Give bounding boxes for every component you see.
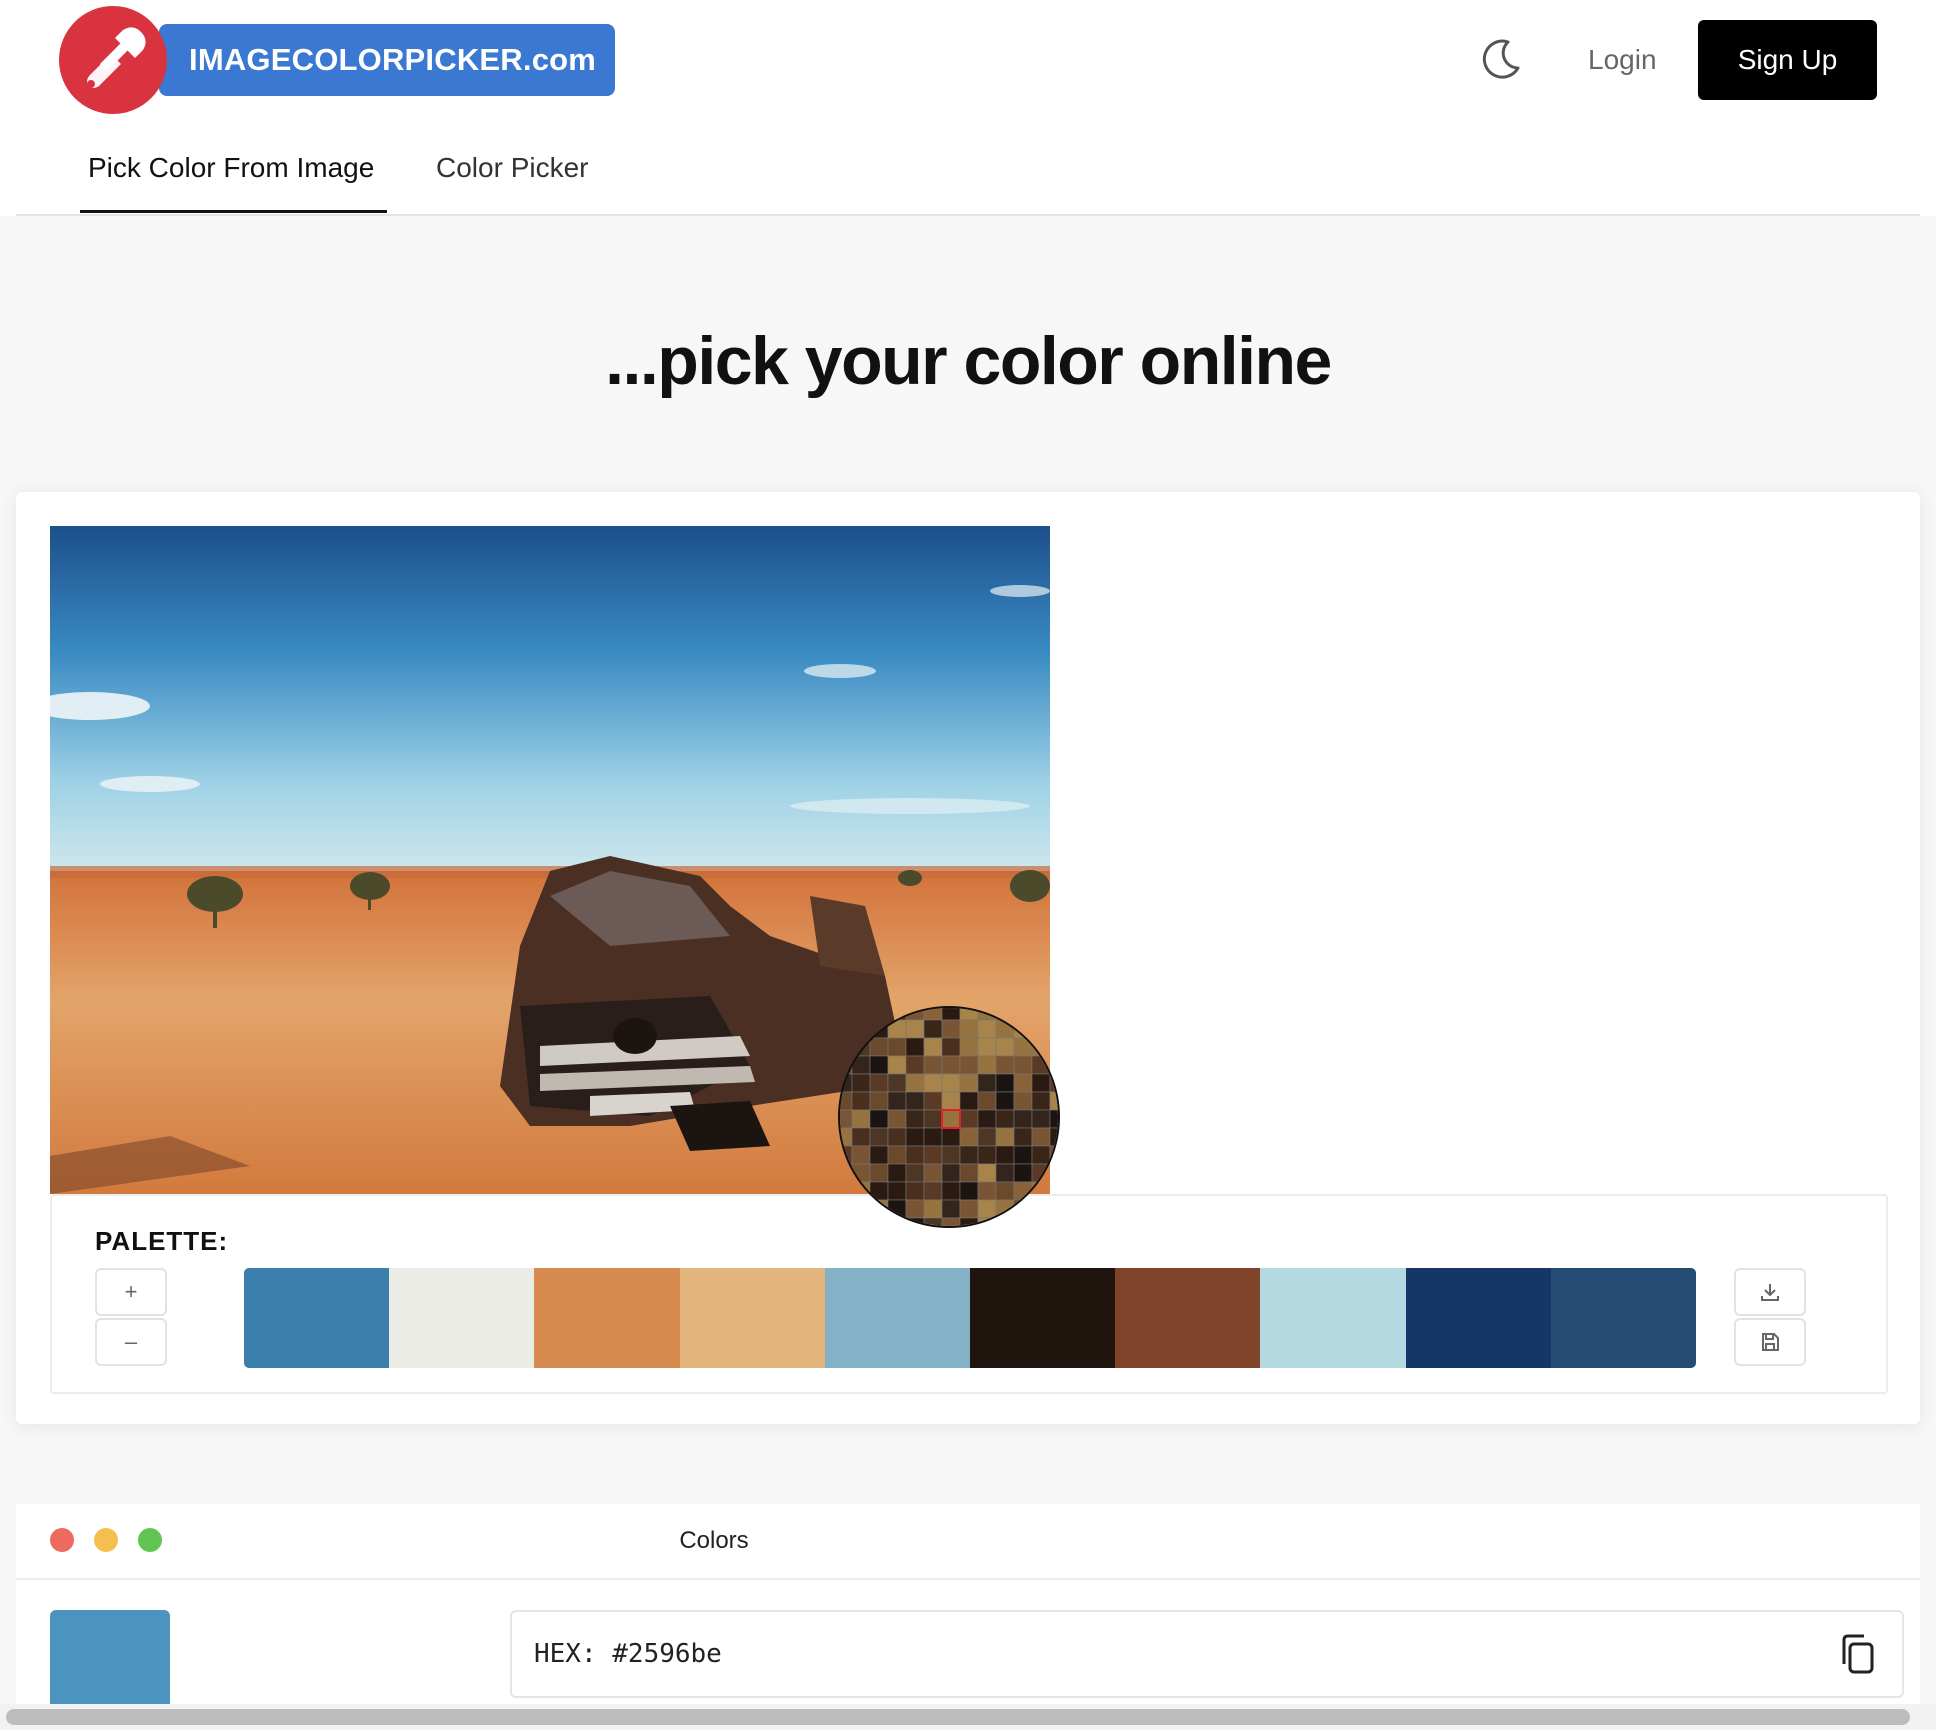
minus-icon: – [124,1329,138,1354]
remove-color-button[interactable]: – [95,1318,167,1366]
login-link[interactable]: Login [1588,38,1657,82]
moon-icon[interactable] [1478,36,1524,82]
add-color-button[interactable]: + [95,1268,167,1316]
active-tab-indicator [80,210,387,213]
scrollbar-thumb[interactable] [6,1709,1910,1725]
tab-bar: Pick Color From Image Color Picker [16,136,1920,216]
palette-label: PALETTE: [95,1226,229,1256]
palette-swatches [244,1268,1696,1368]
palette-swatch[interactable] [1115,1268,1261,1368]
tab-pick-color-from-image[interactable]: Pick Color From Image [88,150,374,186]
palette-swatch[interactable] [1405,1268,1551,1368]
sign-up-button[interactable]: Sign Up [1698,20,1877,100]
save-icon [1762,1333,1779,1351]
top-navigation: IMAGECOLORPICKER.com Login Sign Up Pick … [0,0,1936,216]
magnifier-loupe [838,1006,1060,1228]
site-logo[interactable]: IMAGECOLORPICKER.com [59,6,615,114]
colors-window: Colors HEX: #2596be [16,1504,1920,1730]
download-palette-button[interactable] [1734,1268,1806,1316]
tab-color-picker[interactable]: Color Picker [436,150,588,186]
hex-value-field[interactable]: HEX: #2596be [510,1610,1904,1698]
palette-swatch[interactable] [679,1268,825,1368]
copy-icon[interactable] [1838,1632,1878,1676]
save-palette-button[interactable] [1734,1318,1806,1366]
hex-value-text: HEX: #2596be [534,1639,722,1669]
colors-window-titlebar: Colors [16,1504,1920,1580]
horizontal-scrollbar[interactable] [0,1704,1936,1730]
palette-swatch[interactable] [970,1268,1116,1368]
palette-swatch[interactable] [389,1268,535,1368]
palette-swatch[interactable] [1550,1268,1696,1368]
palette-swatch[interactable] [824,1268,971,1368]
logo-text: IMAGECOLORPICKER.com [189,42,597,77]
palette-swatch[interactable] [244,1268,390,1368]
palette-swatch[interactable] [1260,1268,1406,1368]
palette-swatch[interactable] [534,1268,680,1368]
image-picker-card: PALETTE: + – [16,492,1920,1424]
colors-window-title: Colors [679,1527,749,1554]
download-icon [1761,1284,1779,1301]
plus-icon: + [124,1279,138,1304]
page-headline: ...pick your color online [605,323,1332,399]
eyedropper-logo-icon [59,6,167,114]
